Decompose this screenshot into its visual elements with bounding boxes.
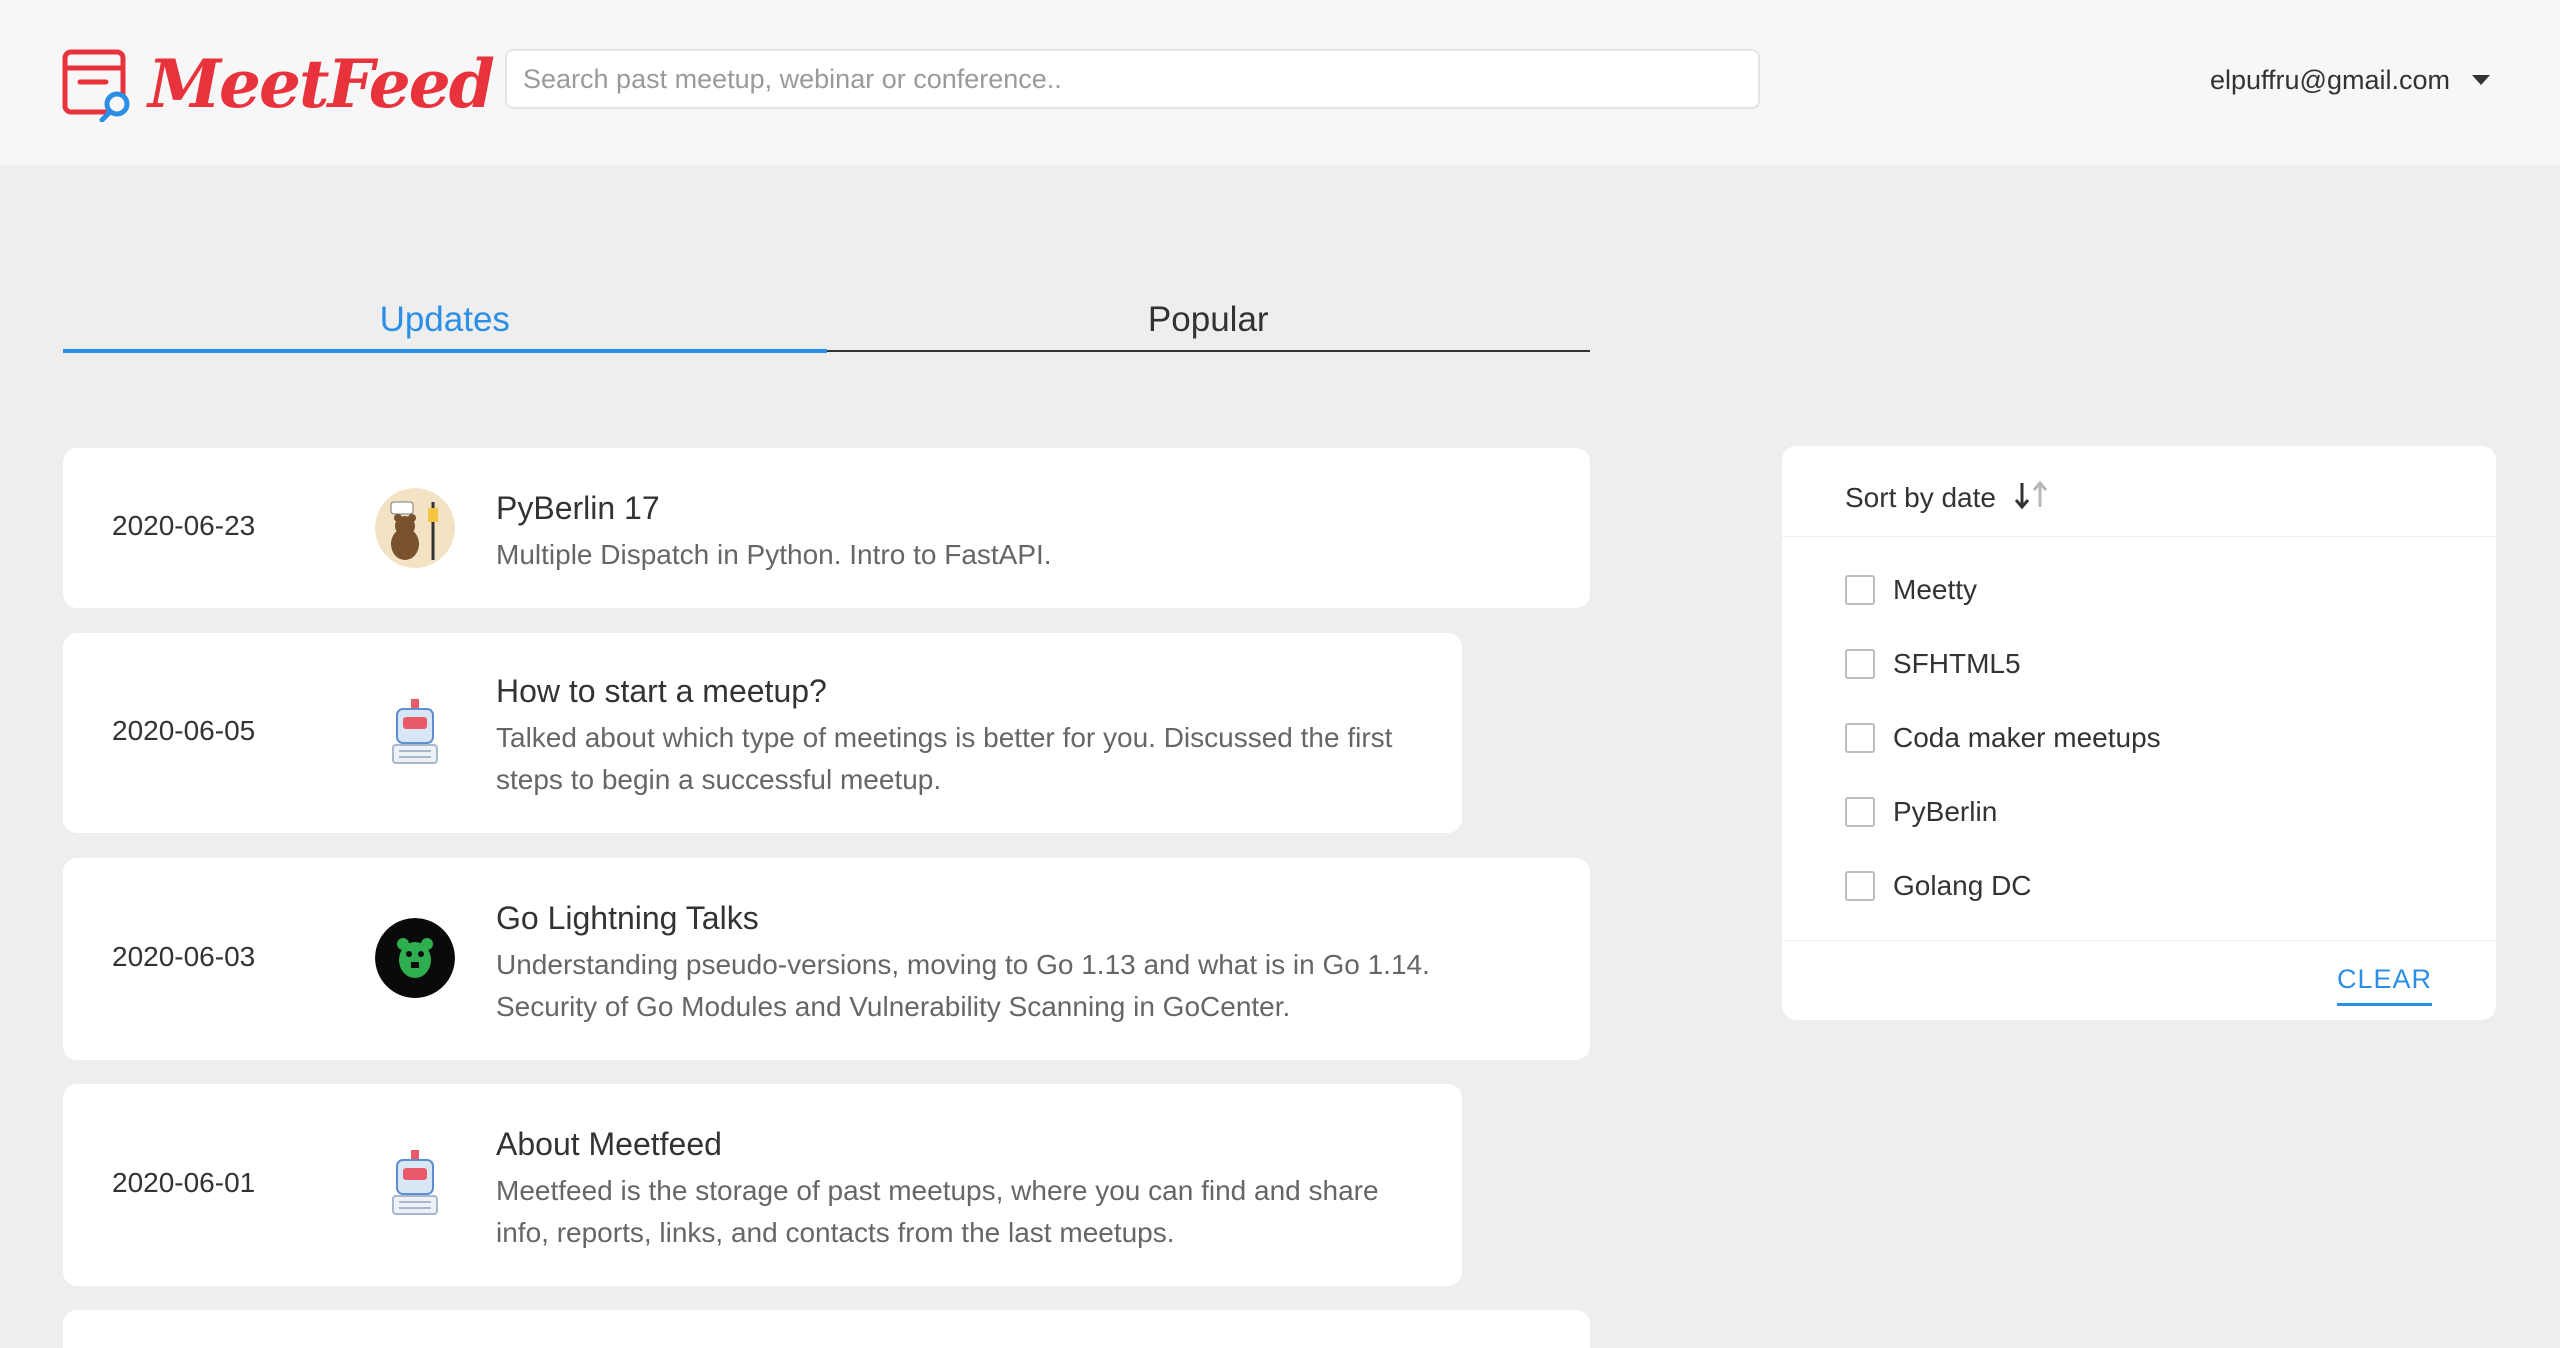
panel-divider [1782, 536, 2496, 537]
sort-arrows-icon [2012, 480, 2052, 517]
search-input[interactable] [505, 49, 1760, 109]
tab-popular[interactable]: Popular [827, 290, 1591, 350]
top-header: MeetFeed elpuffru@gmail.com [0, 0, 2560, 165]
meetfeed-logo[interactable]: MeetFeed [62, 46, 495, 123]
calendar-search-icon [62, 46, 134, 123]
checkbox[interactable] [1845, 723, 1875, 753]
feed-card[interactable]: 2020-06-23 PyBerlin 17 Multiple Dispatch… [63, 448, 1590, 608]
checkbox[interactable] [1845, 871, 1875, 901]
filter-coda-maker-meetups[interactable]: Coda maker meetups [1845, 718, 2161, 758]
clear-filters-button[interactable]: CLEAR [2336, 964, 2432, 1006]
feed-card[interactable]: 2020-06-03 Go Lightning Talks Understand… [63, 858, 1590, 1060]
user-menu[interactable]: elpuffru@gmail.com [2210, 58, 2490, 102]
logo-text: MeetFeed [148, 45, 495, 123]
card-description: Understanding pseudo-versions, moving to… [496, 949, 1430, 1022]
golang-gopher-icon [375, 918, 455, 998]
filter-label: PyBerlin [1893, 796, 1998, 827]
card-date: 2020-06-01 [112, 1167, 256, 1198]
filter-meetty[interactable]: Meetty [1845, 570, 1977, 610]
filter-label: Golang DC [1893, 870, 2032, 901]
card-description: Meetfeed is the storage of past meetups,… [496, 1175, 1379, 1248]
sort-label: Sort by date [1845, 482, 1996, 513]
card-title[interactable]: About Meetfeed [496, 1126, 722, 1163]
filter-panel: Sort by date Meetty SFHTML5 Coda maker m… [1782, 446, 2496, 1020]
meetty-robot-icon [375, 693, 455, 773]
panel-divider [1782, 940, 2496, 941]
chevron-down-icon [2472, 75, 2490, 85]
sort-by-date[interactable]: Sort by date [1845, 476, 2052, 520]
card-description: Talked about which type of meetings is b… [496, 722, 1393, 795]
filter-sfhtml5[interactable]: SFHTML5 [1845, 644, 2021, 684]
filter-pyberlin[interactable]: PyBerlin [1845, 792, 1997, 832]
card-date: 2020-06-03 [112, 941, 256, 972]
card-title[interactable]: PyBerlin 17 [496, 490, 660, 527]
feed-tabs: Updates Popular [63, 290, 1591, 353]
filter-label: Meetty [1893, 574, 1978, 605]
feed-card[interactable] [63, 1310, 1590, 1348]
card-date: 2020-06-23 [112, 510, 256, 541]
card-title[interactable]: How to start a meetup? [496, 673, 827, 710]
checkbox[interactable] [1845, 797, 1875, 827]
checkbox[interactable] [1845, 575, 1875, 605]
card-date: 2020-06-05 [112, 715, 256, 746]
card-description: Multiple Dispatch in Python. Intro to Fa… [496, 539, 1052, 570]
feed-card[interactable]: 2020-06-05 How to start a meetup? Talked… [63, 633, 1462, 833]
card-title[interactable]: Go Lightning Talks [496, 900, 759, 937]
checkbox[interactable] [1845, 649, 1875, 679]
pyberlin-bear-icon [375, 488, 455, 568]
filter-label: SFHTML5 [1893, 648, 2021, 679]
tab-updates[interactable]: Updates [63, 290, 827, 353]
filter-label: Coda maker meetups [1893, 722, 2161, 753]
feed-card[interactable]: 2020-06-01 About Meetfeed Meetfeed is th… [63, 1084, 1462, 1286]
user-email: elpuffru@gmail.com [2209, 64, 2450, 95]
meetty-robot-icon [375, 1144, 455, 1224]
filter-golang-dc[interactable]: Golang DC [1845, 866, 2032, 906]
